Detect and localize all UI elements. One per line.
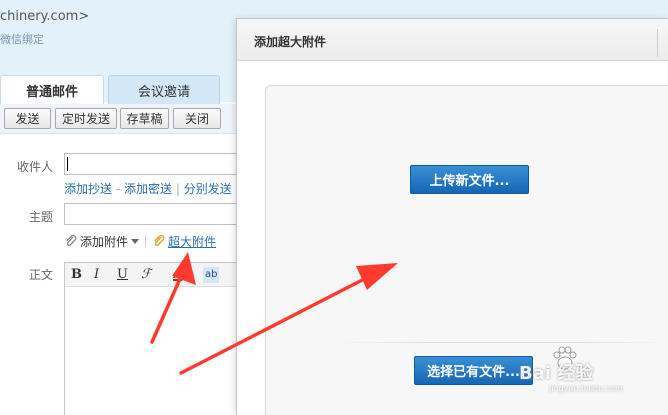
subject-label: 主题 — [29, 210, 54, 224]
super-attachment-link[interactable]: 超大附件 — [168, 233, 216, 250]
super-attachment-icon — [154, 234, 165, 246]
paperclip-icon — [66, 234, 77, 246]
add-attachment-link[interactable]: 添加附件 — [80, 233, 128, 250]
cc-separator-bar: | — [175, 182, 180, 196]
underline-button[interactable]: U — [117, 267, 128, 283]
timed-send-button[interactable]: 定时发送 — [55, 108, 117, 129]
add-bcc-link[interactable]: 添加密送 — [124, 182, 172, 196]
body-editor[interactable]: B I U ℱ A ab — [64, 262, 240, 415]
watermark-brand: Bai 经验 — [519, 363, 594, 384]
background-color-button[interactable]: ab — [203, 267, 220, 283]
bold-button[interactable]: B — [71, 267, 82, 283]
titlebar-divider — [657, 29, 658, 57]
attachment-row: 添加附件 超大附件 — [64, 233, 216, 249]
watermark-url: jingyan.baidu.com — [549, 384, 623, 393]
divider — [145, 235, 147, 247]
recipient-input[interactable] — [64, 153, 240, 175]
account-email: chinery.com> — [0, 9, 90, 24]
text-color-button[interactable]: A — [173, 267, 182, 283]
wechat-bind-link[interactable]: 微信绑定 — [0, 31, 44, 47]
baidu-watermark: Bai 经验 jingyan.baidu.com — [515, 344, 665, 400]
add-cc-link[interactable]: 添加抄送 — [64, 182, 112, 196]
close-button[interactable]: 关闭 — [173, 108, 221, 129]
chevron-down-icon[interactable] — [131, 238, 140, 244]
body-label: 正文 — [29, 268, 54, 282]
send-button[interactable]: 发送 — [4, 108, 51, 129]
dialog-titlebar[interactable]: 添加超大附件 — [237, 19, 668, 61]
text-caret — [67, 157, 68, 171]
send-separately-link[interactable]: 分别发送 — [184, 182, 232, 196]
tab-normal-mail[interactable]: 普通邮件 — [0, 75, 104, 105]
editor-toolbar: B I U ℱ A ab — [65, 263, 239, 287]
upload-new-file-button[interactable]: 上传新文件... — [410, 165, 529, 194]
font-button[interactable]: ℱ — [141, 267, 151, 283]
cc-separator: - — [115, 182, 121, 196]
subject-input[interactable] — [64, 203, 240, 225]
recipient-label: 收件人 — [17, 160, 54, 174]
cc-links: 添加抄送 - 添加密送 | 分别发送 — [64, 180, 232, 197]
dialog-title: 添加超大附件 — [254, 35, 327, 49]
italic-button[interactable]: I — [94, 267, 99, 283]
save-draft-button[interactable]: 存草稿 — [120, 108, 169, 129]
panel-divider — [338, 342, 668, 343]
tab-meeting-invite[interactable]: 会议邀请 — [108, 75, 220, 105]
